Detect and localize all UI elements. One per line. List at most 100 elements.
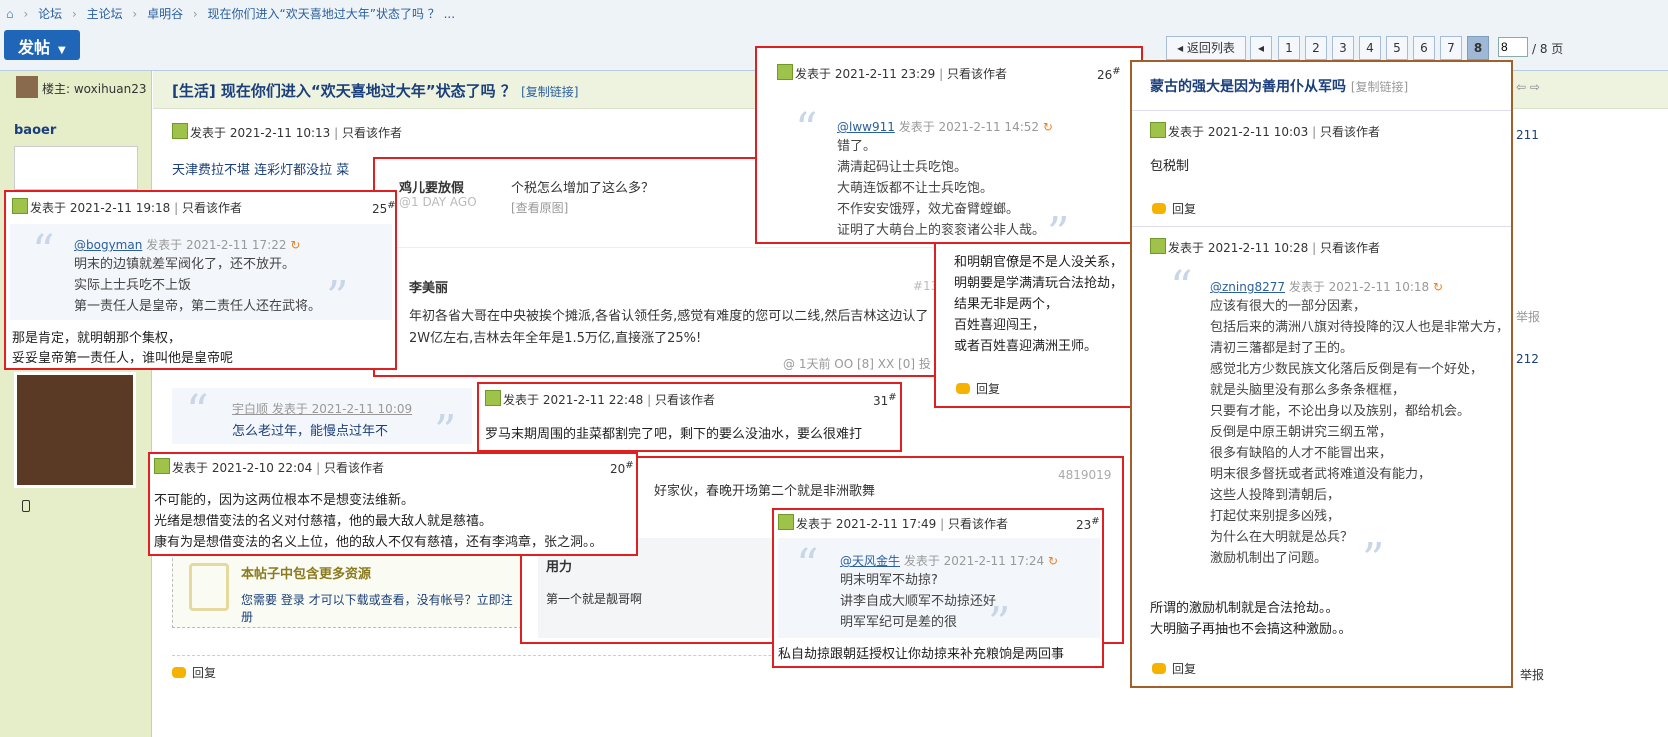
report-link-1[interactable]: 举报 xyxy=(1516,308,1540,325)
post-icon xyxy=(1150,122,1166,138)
page-6[interactable]: 6 xyxy=(1413,36,1435,60)
floor-number: 26# xyxy=(1097,66,1121,82)
reply-button[interactable]: 回复 xyxy=(1152,200,1196,217)
quote-open-icon: “ xyxy=(796,540,819,591)
user-avatar-top xyxy=(14,146,138,190)
quote-line: 反倒是中原王朝讲究三纲五常， xyxy=(1210,425,1393,440)
quote-user-link[interactable]: @bogyman xyxy=(74,238,142,252)
breadcrumb-main-forum[interactable]: 主论坛 xyxy=(87,7,123,21)
author-only-link[interactable]: 只看该作者 xyxy=(947,67,1007,81)
view-original-link[interactable]: [查看原图] xyxy=(511,199,568,216)
thread-title-text: [生活] 现在你们进入“欢天喜地过大年”状态了吗 ？ xyxy=(172,82,516,100)
author-only-link[interactable]: 只看该作者 xyxy=(342,126,402,140)
attachment-icon xyxy=(189,563,229,611)
thread-title: [生活] 现在你们进入“欢天喜地过大年”状态了吗 ？ [复制链接] xyxy=(172,80,772,101)
quote-open-icon: “ xyxy=(32,226,55,277)
quote-line: 激励机制出了问题。 xyxy=(1210,551,1328,566)
back-to-list-button[interactable]: ◂ 返回列表 xyxy=(1166,36,1246,60)
post-floor-23: 发表于 2021-2-11 17:49 | 只看该作者 23# “ @天风金牛 … xyxy=(772,508,1104,668)
jump-icon[interactable]: ↻ xyxy=(1048,554,1058,568)
floor-number: 23# xyxy=(1076,516,1100,532)
quote-line: 为什么在大明就是怂兵？ xyxy=(1210,530,1354,545)
page-8-current[interactable]: 8 xyxy=(1467,36,1489,60)
post-username[interactable]: baoer xyxy=(14,123,56,138)
post-icon xyxy=(1150,238,1166,254)
quote-close-icon: ” xyxy=(988,598,1011,649)
quote-close-icon: ” xyxy=(1047,208,1070,259)
main-post-headline: 天津费拉不堪 连彩灯都没拉 菜 xyxy=(172,163,350,178)
page-total: / 8 页 xyxy=(1532,42,1564,56)
quote-close-icon: ” xyxy=(326,272,349,323)
quote-line: 就是头脑里没有那么多条条框框， xyxy=(1210,383,1406,398)
login-register-link[interactable]: 您需要 登录 才可以下载或查看，没有帐号？立即注册 xyxy=(241,591,521,625)
page-5[interactable]: 5 xyxy=(1386,36,1408,60)
owner-avatar xyxy=(16,76,38,98)
jump-icon[interactable]: ↻ xyxy=(1433,280,1443,294)
quote-block: “ @bogyman 发表于 2021-2-11 17:22 ↻ 明末的边镇就差… xyxy=(10,224,392,320)
user-avatar xyxy=(14,372,136,488)
thread-owner[interactable]: 楼主: woxihuan23 xyxy=(42,80,152,97)
quote-line: 明末很多督抚或者武将难道没有能力， xyxy=(1210,467,1432,482)
breadcrumb-forum[interactable]: 论坛 xyxy=(38,7,62,21)
author-only-link[interactable]: 只看该作者 xyxy=(1320,241,1380,255)
post-icon xyxy=(778,514,794,530)
floor-212: 212 xyxy=(1516,352,1539,366)
reply-icon xyxy=(172,667,186,678)
chevron-down-icon: ▼ xyxy=(58,45,66,56)
author-only-link[interactable]: 只看该作者 xyxy=(655,393,715,407)
page-jump-input[interactable] xyxy=(1498,37,1528,57)
post-icon xyxy=(777,64,793,80)
breadcrumb: ⌂ › 论坛 › 主论坛 › 卓明谷 › 现在你们进入“欢天喜地过大年”状态了吗… xyxy=(6,7,456,21)
post-button-label: 发帖 xyxy=(18,38,51,57)
author-only-link[interactable]: 只看该作者 xyxy=(1320,125,1380,139)
page-1[interactable]: 1 xyxy=(1278,36,1300,60)
floor-number: 25# xyxy=(372,200,396,216)
post-floor-26: 发表于 2021-2-11 23:29 | 只看该作者 26# “ @lww91… xyxy=(755,46,1143,256)
quote-block: “ @天风金牛 发表于 2021-2-11 17:24 ↻ 明末明军不劫掠? 讲… xyxy=(778,538,1100,646)
mongol-thread-box: 蒙古的强大是因为善用仆从军吗 [复制链接] 发表于 2021-2-11 10:0… xyxy=(1130,60,1513,688)
mobile-icon xyxy=(22,500,30,512)
post-floor-25: 发表于 2021-2-11 19:18 | 只看该作者 25# “ @bogym… xyxy=(4,190,397,370)
prev-page-icon[interactable]: ◂ xyxy=(1250,36,1272,60)
reply-button[interactable]: 回复 xyxy=(956,380,1000,397)
breadcrumb-zhuoming[interactable]: 卓明谷 xyxy=(147,7,183,21)
home-icon[interactable]: ⌂ xyxy=(6,7,14,21)
reply-icon xyxy=(1152,203,1166,214)
author-only-link[interactable]: 只看该作者 xyxy=(324,461,384,475)
quote-line: 很多有缺陷的人才不能冒出来， xyxy=(1210,446,1393,461)
quote-line: 清初三藩都是封了王的。 xyxy=(1210,341,1354,356)
post-floor-31: 发表于 2021-2-11 22:48 | 只看该作者 31# 罗马末期周围的韭… xyxy=(477,382,902,452)
post-icon xyxy=(154,458,170,474)
copy-link[interactable]: [复制链接] xyxy=(1351,80,1408,94)
page-3[interactable]: 3 xyxy=(1332,36,1354,60)
quote-lines: 应该有很大的一部分因素， 包括后来的满洲八旗对待投降的汉人也是非常大方， 清初三藩都… xyxy=(1210,296,1510,569)
quote-user-link[interactable]: @zning8277 xyxy=(1210,280,1285,294)
quote-line: 只要有才能，不论出身以及族别，都给机会。 xyxy=(1210,404,1471,419)
main-reply-button[interactable]: 回复 xyxy=(172,664,216,681)
main-post-quote: “ 宇白顺 发表于 2021-2-11 10:09 怎么老过年，能慢点过年不 ” xyxy=(172,388,472,454)
post-button[interactable]: 发帖 ▼ xyxy=(4,30,80,60)
jump-icon[interactable]: ↻ xyxy=(290,238,300,252)
quote-user-link[interactable]: @lww911 xyxy=(837,120,895,134)
quote-user-link[interactable]: @天风金牛 xyxy=(840,554,900,568)
page-2[interactable]: 2 xyxy=(1305,36,1327,60)
post-floor-26-body: 和明朝官僚是不是人没关系， 明朝要是学满清玩合法抢劫， 结果无非是两个， 百姓喜… xyxy=(934,234,1144,408)
quote-close-icon: ” xyxy=(1362,534,1385,585)
author-only-link[interactable]: 只看该作者 xyxy=(182,201,242,215)
author-only-link[interactable]: 只看该作者 xyxy=(948,517,1008,531)
page-7[interactable]: 7 xyxy=(1440,36,1462,60)
reply-button[interactable]: 回复 xyxy=(1152,660,1196,677)
reply-icon xyxy=(1152,663,1166,674)
post-icon xyxy=(12,198,28,214)
quote-open-icon: “ xyxy=(795,104,818,155)
thread-nav-arrows-icon[interactable]: ⇦ ⇨ xyxy=(1516,80,1540,94)
page-4[interactable]: 4 xyxy=(1359,36,1381,60)
quote-close-icon: ” xyxy=(434,406,457,457)
post-icon xyxy=(172,123,188,139)
jump-icon[interactable]: ↻ xyxy=(1043,120,1053,134)
quote-line: 感觉北方少数民族文化落后反倒是有一个好处， xyxy=(1210,362,1484,377)
breadcrumb-thread[interactable]: 现在你们进入“欢天喜地过大年”状态了吗 ？ ... xyxy=(208,7,456,21)
copy-link[interactable]: [复制链接] xyxy=(521,85,578,99)
post-icon xyxy=(485,390,501,406)
report-link-2[interactable]: 举报 xyxy=(1520,666,1544,683)
